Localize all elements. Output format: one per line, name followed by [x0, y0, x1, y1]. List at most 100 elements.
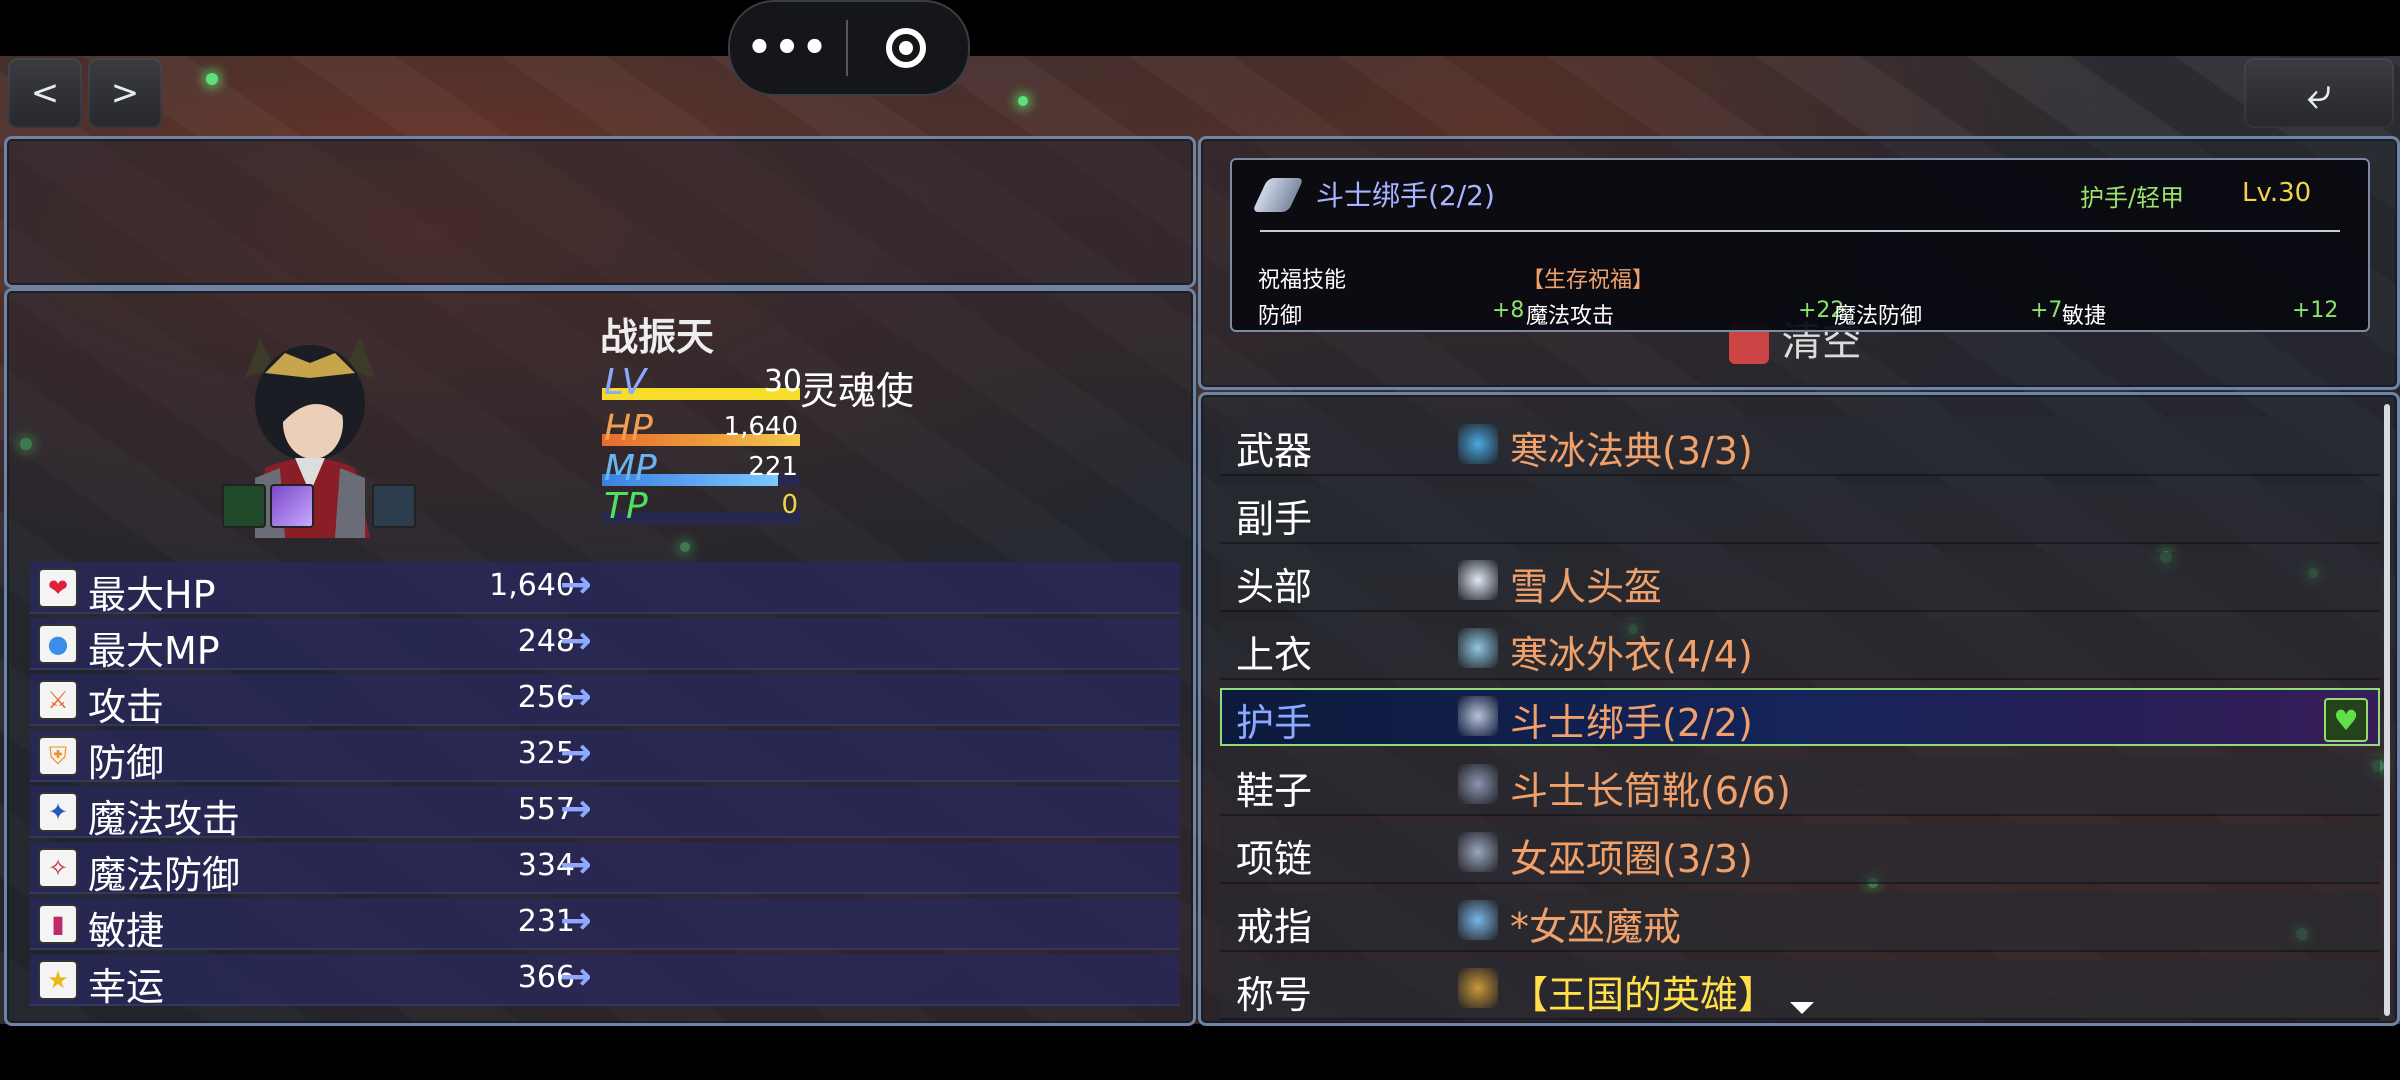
bonus-stat: 防御 [1258, 304, 1303, 329]
help-window [4, 136, 1196, 288]
equip-item-name: 斗士长筒靴(6/6) [1510, 769, 1791, 813]
equip-row-band [1220, 552, 2380, 612]
equip-row-band [1220, 484, 2380, 544]
arrow-right-icon: → [560, 562, 592, 606]
return-icon: ⤶ [2306, 67, 2332, 119]
equip-slot-row[interactable]: 头部 雪人头盔 [1220, 548, 2390, 612]
equip-item-name: 斗士绑手(2/2) [1510, 701, 1753, 745]
equip-slot-row[interactable]: 鞋子 斗士长筒靴(6/6) [1220, 752, 2390, 816]
stat-row-band [30, 954, 1180, 1006]
stat-row: ⛨ 防御 325 → [30, 728, 1180, 785]
item-tooltip: 斗士绑手(2/2) 护手/轻甲 Lv.30 祝福技能 【生存祝福】 防御 +8 … [1230, 158, 2370, 332]
equip-slot-row[interactable]: 副手 [1220, 480, 2390, 544]
equip-slot-row[interactable]: 武器 寒冰法典(3/3) [1220, 412, 2390, 476]
ice-tome-icon [1458, 424, 1498, 464]
character-class: 灵魂使 [800, 369, 915, 413]
return-button[interactable]: ⤶ [2244, 58, 2394, 128]
arrow-right-icon: → [560, 954, 592, 998]
stat-label: 幸运 [88, 965, 165, 1009]
equip-slot-label: 鞋子 [1236, 769, 1313, 813]
tp-gauge: TP 0 [602, 486, 800, 527]
level-value: 30 [763, 364, 802, 399]
equip-slot-row[interactable]: 戒指 *女巫魔戒 [1220, 888, 2390, 952]
equip-slot-label: 上衣 [1236, 633, 1313, 677]
favorite-heart-icon[interactable]: ♥ [2324, 698, 2368, 742]
stat-row: ⚔ 攻击 256 → [30, 672, 1180, 729]
character-name: 战振天 [600, 315, 715, 359]
forward-arrow-icon: > [110, 73, 140, 113]
equipment-scrollbar[interactable] [2384, 404, 2390, 1016]
level-label: LV [604, 362, 647, 403]
magic-shield-icon: ✧ [38, 848, 78, 888]
boot-icon: ▮ [38, 904, 78, 944]
necklace-icon [1458, 832, 1498, 872]
medal-icon [1458, 968, 1498, 1008]
equip-slot-row[interactable]: 上衣 寒冰外衣(4/4) [1220, 616, 2390, 680]
stat-label: 魔法防御 [88, 853, 241, 897]
ring-icon [1458, 900, 1498, 940]
equip-slot-label: 戒指 [1236, 905, 1313, 949]
bonus-value: +8 [1492, 298, 1525, 323]
clover-state-icon [222, 484, 266, 528]
blessing-skill: 【生存祝福】 [1522, 268, 1655, 293]
equip-row-band [1220, 756, 2380, 816]
equip-item-name: 寒冰法典(3/3) [1510, 429, 1753, 473]
equip-slot-label: 武器 [1236, 429, 1313, 473]
heart-icon: ❤ [38, 568, 78, 608]
stat-label: 魔法攻击 [88, 797, 241, 841]
equip-slot-row[interactable]: 项链 女巫项圈(3/3) [1220, 820, 2390, 884]
equip-item-name: 雪人头盔 [1510, 565, 1663, 609]
mp-gauge: MP 221 [602, 448, 800, 489]
equip-slot-label: 副手 [1236, 497, 1313, 541]
equip-item-name: 女巫项圈(3/3) [1510, 837, 1753, 881]
equip-row-band [1220, 688, 2380, 746]
target-icon [886, 28, 926, 68]
mp-value: 221 [748, 452, 798, 482]
shield-state-icon [372, 484, 416, 528]
tooltip-item-type: 护手/轻甲 [2080, 184, 2185, 212]
more-menu-button[interactable]: ••• [730, 25, 846, 71]
tp-value: 0 [781, 490, 798, 520]
scroll-down-arrow-icon[interactable] [1790, 1002, 1814, 1014]
shield-icon: ⛨ [38, 736, 78, 776]
spirit-orb [206, 73, 218, 85]
arrow-right-icon: → [560, 730, 592, 774]
equip-slot-label: 护手 [1236, 701, 1313, 745]
ice-coat-icon [1458, 628, 1498, 668]
equip-item-name: 【王国的英雄】 [1510, 973, 1777, 1017]
slash-state-icon [270, 484, 314, 528]
stat-row: ▮ 敏捷 231 → [30, 896, 1180, 953]
equip-slot-label: 项链 [1236, 837, 1313, 881]
bonus-value: +12 [2292, 298, 2339, 323]
mp-label: MP [604, 448, 657, 489]
arrow-right-icon: → [560, 674, 592, 718]
stat-label: 最大HP [88, 573, 216, 617]
bonus-stat: 魔法防御 [1834, 304, 1923, 329]
more-dots-icon: ••• [746, 25, 830, 71]
bonus-stat: 敏捷 [2062, 304, 2107, 329]
stat-row: ✦ 魔法攻击 557 → [30, 784, 1180, 841]
gauntlet-icon [1458, 696, 1498, 736]
star-icon: ★ [38, 960, 78, 1000]
sword-icon: ⚔ [38, 680, 78, 720]
arrow-right-icon: → [560, 898, 592, 942]
forward-button[interactable]: > [88, 58, 162, 128]
equip-row-band [1220, 620, 2380, 680]
equip-row-band [1220, 892, 2380, 952]
hp-label: HP [604, 408, 653, 449]
tooltip-item-level: Lv.30 [2242, 178, 2312, 208]
equip-item-name: 寒冰外衣(4/4) [1510, 633, 1753, 677]
stat-row-band [30, 730, 1180, 782]
back-button[interactable]: < [8, 58, 82, 128]
stat-row: ● 最大MP 248 → [30, 616, 1180, 673]
equip-slot-row[interactable]: 护手 斗士绑手(2/2) ♥ [1220, 684, 2390, 748]
boots-icon [1458, 764, 1498, 804]
arrow-right-icon: → [560, 786, 592, 830]
stat-row: ★ 幸运 366 → [30, 952, 1180, 1009]
tooltip-divider [1260, 230, 2340, 232]
stat-row-band [30, 898, 1180, 950]
stat-row-band [30, 674, 1180, 726]
close-program-button[interactable] [848, 28, 964, 68]
blessing-label: 祝福技能 [1258, 268, 1347, 293]
stat-label: 敏捷 [88, 909, 165, 953]
